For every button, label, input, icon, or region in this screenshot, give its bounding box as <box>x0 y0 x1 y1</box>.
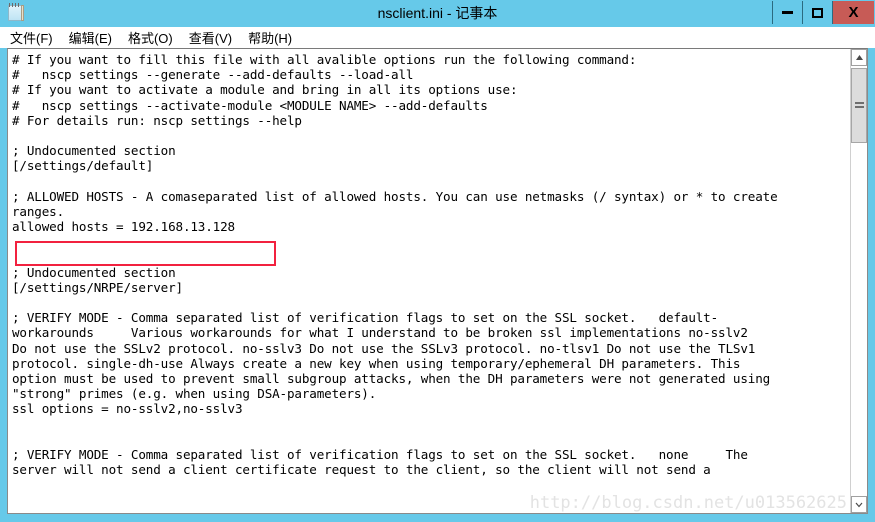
notepad-icon <box>7 3 25 23</box>
scroll-down-arrow-icon[interactable] <box>851 496 867 513</box>
maximize-button[interactable] <box>802 1 832 24</box>
chevron-down-icon <box>855 502 863 507</box>
scrollbar-grip-icon <box>854 102 864 109</box>
text-editor[interactable]: # If you want to fill this file with all… <box>8 49 850 513</box>
editor-line: workarounds Various workarounds for what… <box>12 325 748 341</box>
vertical-scrollbar[interactable] <box>850 49 867 513</box>
editor-line: [/settings/NRPE/server] <box>12 279 183 295</box>
menu-item-edit[interactable]: 编辑(E) <box>69 28 112 47</box>
chevron-up-icon <box>855 55 863 60</box>
menu-bar: 文件(F) 编辑(E) 格式(O) 查看(V) 帮助(H) <box>0 26 875 48</box>
watermark-text: http://blog.csdn.net/u013562625 <box>529 493 847 513</box>
minimize-button[interactable] <box>772 1 802 24</box>
editor-line: ; Undocumented section <box>12 264 176 280</box>
menu-item-file[interactable]: 文件(F) <box>10 28 53 47</box>
window-title: nsclient.ini - 记事本 <box>377 5 498 21</box>
title-bar[interactable]: nsclient.ini - 记事本 X <box>0 0 875 26</box>
editor-line: ; VERIFY MODE - Comma separated list of … <box>12 310 719 326</box>
editor-line: server will not send a client certificat… <box>12 462 711 478</box>
close-button[interactable]: X <box>832 1 874 24</box>
editor-line: ranges. <box>12 203 65 219</box>
editor-line: ; VERIFY MODE - Comma separated list of … <box>12 446 748 462</box>
editor-line: protocol. single-dh-use Always create a … <box>12 355 741 371</box>
editor-line: # For details run: nscp settings --help <box>12 112 302 128</box>
menu-item-format[interactable]: 格式(O) <box>128 28 173 47</box>
window-bottom-frame <box>0 514 875 522</box>
menu-item-help[interactable]: 帮助(H) <box>248 28 292 47</box>
window-controls: X <box>772 1 874 24</box>
editor-line: # If you want to activate a module and b… <box>12 82 518 98</box>
editor-line: Do not use the SSLv2 protocol. no-sslv3 … <box>12 340 756 356</box>
editor-line: # nscp settings --generate --add-default… <box>12 67 414 83</box>
editor-line: [/settings/default] <box>12 158 154 174</box>
editor-line: option must be used to prevent small sub… <box>12 370 771 386</box>
minimize-icon <box>782 11 793 14</box>
notepad-window: nsclient.ini - 记事本 X 文件(F) 编辑(E) 格式(O) 查… <box>0 0 875 522</box>
editor-container: # If you want to fill this file with all… <box>7 48 868 514</box>
editor-line: ; Undocumented section <box>12 143 176 159</box>
editor-line: "strong" primes (e.g. when using DSA-par… <box>12 386 377 402</box>
editor-line: # If you want to fill this file with all… <box>12 52 637 67</box>
maximize-icon <box>812 7 823 18</box>
scrollbar-thumb[interactable] <box>851 68 867 143</box>
editor-line: # nscp settings --activate-module <MODUL… <box>12 97 488 113</box>
editor-line: allowed hosts = 192.168.13.128 <box>12 219 235 235</box>
scroll-up-arrow-icon[interactable] <box>851 49 867 66</box>
editor-line: ssl options = no-sslv2,no-sslv3 <box>12 401 243 417</box>
menu-item-view[interactable]: 查看(V) <box>189 28 232 47</box>
editor-line: ; ALLOWED HOSTS - A comaseparated list o… <box>12 188 778 204</box>
